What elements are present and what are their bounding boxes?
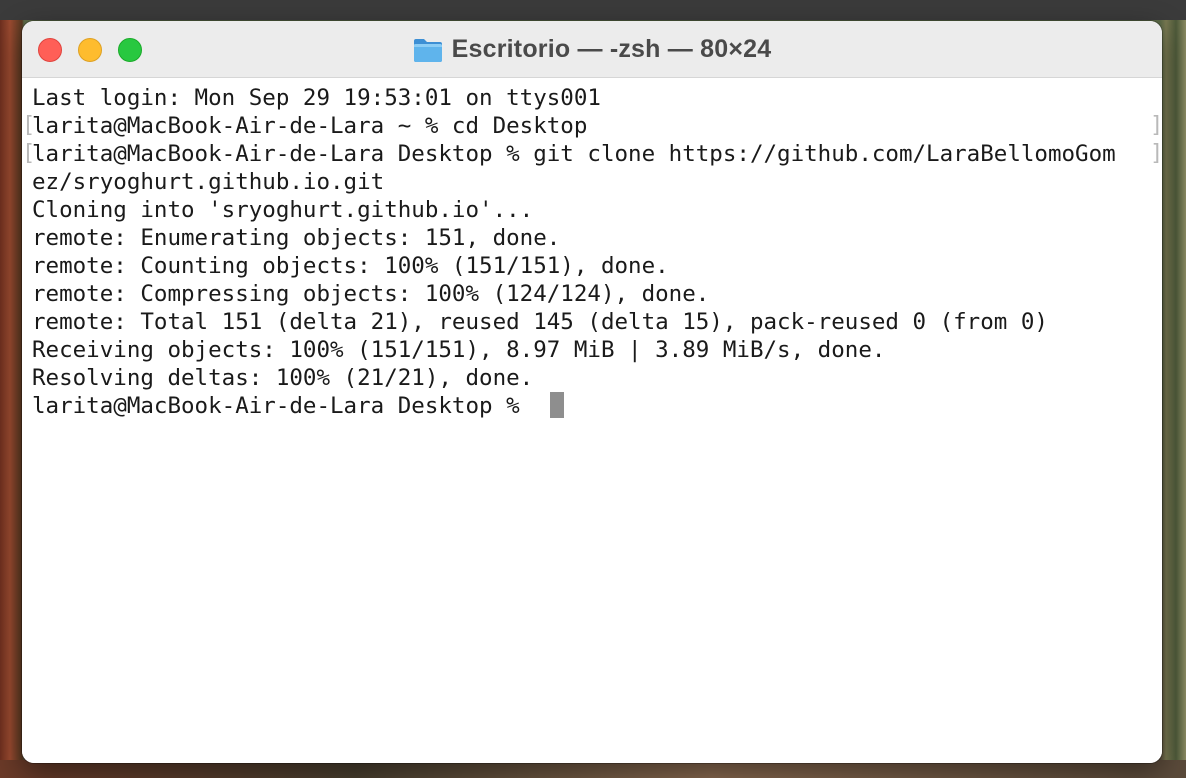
title-bar[interactable]: Escritorio — -zsh — 80×24 (22, 21, 1162, 78)
terminal-line: remote: Counting objects: 100% (151/151)… (32, 253, 669, 279)
terminal-line: Resolving deltas: 100% (21/21), done. (32, 365, 534, 391)
terminal-line: larita@MacBook-Air-de-Lara Desktop % git… (32, 141, 1116, 167)
terminal-prompt-line: larita@MacBook-Air-de-Lara Desktop % (32, 393, 534, 419)
terminal-line: remote: Total 151 (delta 21), reused 145… (32, 309, 1048, 335)
terminal-line: ez/sryoghurt.github.io.git (32, 169, 385, 195)
window-title: Escritorio — -zsh — 80×24 (22, 21, 1162, 78)
terminal-line: Last login: Mon Sep 29 19:53:01 on ttys0… (32, 85, 601, 111)
terminal-line: Cloning into 'sryoghurt.github.io'... (32, 197, 534, 223)
folder-icon (413, 38, 442, 62)
terminal-line: remote: Compressing objects: 100% (124/1… (32, 281, 710, 307)
terminal-window: Escritorio — -zsh — 80×24 Last login: Mo… (22, 21, 1162, 763)
terminal-line: Receiving objects: 100% (151/151), 8.97 … (32, 337, 886, 363)
terminal-line: larita@MacBook-Air-de-Lara ~ % cd Deskto… (32, 113, 588, 139)
line-mark-right: ] (1150, 141, 1162, 166)
terminal-line: remote: Enumerating objects: 151, done. (32, 225, 561, 251)
window-title-text: Escritorio — -zsh — 80×24 (451, 35, 772, 63)
terminal-cursor (550, 392, 564, 418)
terminal-content[interactable]: Last login: Mon Sep 29 19:53:01 on ttys0… (22, 79, 1162, 763)
line-mark-right: ] (1150, 113, 1162, 138)
